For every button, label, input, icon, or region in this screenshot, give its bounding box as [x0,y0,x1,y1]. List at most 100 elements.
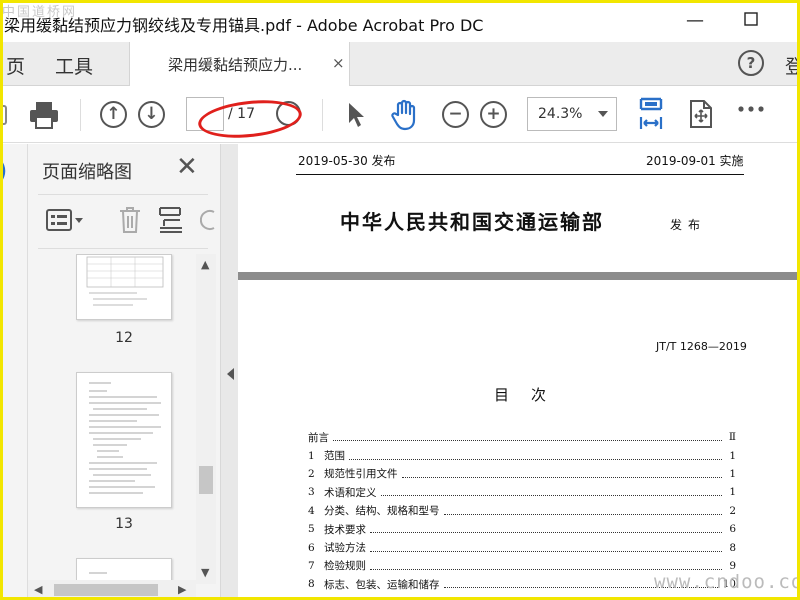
zoom-in-button[interactable]: + [480,101,507,128]
extract-pages-button[interactable] [158,206,184,238]
toc-text: 范围 [324,450,345,463]
tab-tools[interactable]: 工具 [55,52,93,79]
extract-pages-icon [159,207,182,233]
fit-width-icon [639,97,663,129]
toolbar: ↑ ↓ / 17 − + 24.3% [0,87,800,143]
close-panel-button[interactable]: ✕ [176,152,198,182]
toc-entry[interactable]: 5 技术要求 6 [308,520,736,538]
maximize-icon [744,12,758,26]
thumbnail-options-button[interactable] [46,208,84,236]
toolbar-divider [80,99,81,131]
panel-divider [38,248,208,249]
toc-entry[interactable]: 2 规范性引用文件 1 [308,465,736,483]
scrollbar-thumb[interactable] [54,584,158,596]
rotate-view-button[interactable] [688,99,714,129]
publish-date: 2019-05-30 发布 [298,154,396,168]
thumbnail-horizontal-scrollbar[interactable]: ◀ ▶ [28,580,196,600]
tab-document[interactable]: 梁用缓黏结预应力... × [129,42,350,86]
page-preview [89,572,107,574]
toc-text: 规范性引用文件 [324,468,398,481]
toc-leader [401,470,722,478]
next-page-button[interactable]: ↓ [138,101,165,128]
tab-bar: 页 工具 梁用缓黏结预应力... × ? 登 [0,42,800,86]
toc-entry[interactable]: 6 试验方法 8 [308,538,736,556]
scroll-left-icon[interactable]: ◀ [34,583,42,596]
thumbnail-list: 12 13 [28,254,196,580]
window-title: 梁用缓黏结预应力钢绞线及专用锚具.pdf - Adobe Acrobat Pro… [4,16,484,35]
toc-page: 1 [729,467,736,480]
rotate-page-button[interactable] [199,208,220,236]
arrow-up-icon: ↑ [100,101,127,128]
toc-entry[interactable]: 3 术语和定义 1 [308,483,736,501]
plus-icon: + [480,101,507,128]
issuing-authority: 中华人民共和国交通运输部 [340,210,604,234]
toc-leader [380,488,722,497]
toc-page: 6 [729,523,736,536]
header-rule [296,174,744,175]
fit-width-button[interactable] [636,97,666,131]
page-preview [89,382,161,494]
toc-text: 标志、包装、运输和储存 [324,578,440,591]
navigation-rail [0,144,28,600]
title-bar: 中国道桥网 梁用缓黏结预应力钢绞线及专用锚具.pdf - Adobe Acrob… [0,0,800,42]
scroll-down-icon[interactable]: ▼ [201,566,209,579]
toc-entry[interactable]: 1 范围 1 [308,446,736,464]
scroll-right-icon[interactable]: ▶ [178,583,186,596]
implement-date: 2019-09-01 实施 [646,154,744,168]
thumbnail-label: 13 [115,516,133,532]
toc-number: 1 [308,449,315,462]
toc-entry[interactable]: 4 分类、结构、规格和型号 2 [308,502,736,520]
panel-toolbar [28,200,220,240]
page-preview [86,256,164,306]
page-thumbnail-14[interactable] [76,558,172,580]
rail-marker-icon[interactable] [0,156,10,186]
minus-icon: − [442,101,469,128]
standard-code: JT/T 1268—2019 [656,340,747,353]
toc-page: 8 [729,541,736,554]
toc-text: 技术要求 [324,523,366,536]
zoom-select[interactable]: 24.3% [527,97,617,131]
zoom-out-button[interactable]: − [442,101,469,128]
document-tab-label: 梁用缓黏结预应力... [168,56,303,74]
options-menu-icon [46,209,83,231]
sign-in-button[interactable]: 登 [785,52,800,79]
toc-page: 2 [729,504,736,517]
more-tools-button[interactable] [738,105,764,113]
maximize-button[interactable] [736,8,766,34]
page-thumbnail-12[interactable] [76,254,172,320]
previous-page-button[interactable]: ↑ [100,101,127,128]
page-arrows-icon [690,100,712,128]
scroll-up-icon[interactable]: ▲ [201,258,209,271]
toc-number: 7 [308,559,315,572]
more-icon [738,106,764,112]
toc-number: 3 [308,486,315,499]
toc-number: 4 [308,504,315,517]
toc-leader [370,525,722,534]
panel-divider [38,194,208,195]
toc-number: 6 [308,541,315,554]
partial-icon [0,101,10,129]
scrollbar-thumb[interactable] [199,466,213,494]
hand-tool-button[interactable] [390,99,420,131]
thumbnail-vertical-scrollbar[interactable]: ▲ ▼ [196,254,216,584]
page-thumbnail-13[interactable] [76,372,172,508]
page-separator [238,272,800,280]
print-icon[interactable] [28,99,60,131]
panel-collapse-strip[interactable] [220,144,238,600]
toc-leader [370,562,722,570]
tab-home[interactable]: 页 [6,52,25,79]
select-tool-button[interactable] [346,101,366,129]
cursor-arrow-icon [349,103,364,127]
toc-text: 分类、结构、规格和型号 [324,505,440,518]
toc-leader [349,452,722,460]
help-icon[interactable]: ? [738,50,764,76]
rotate-icon [199,210,215,230]
minimize-button[interactable]: — [680,8,710,34]
document-view[interactable]: 2019-05-30 发布 2019-09-01 实施 中华人民共和国交通运输部… [238,144,800,600]
toc-page: 1 [729,486,736,499]
toc-number: 2 [308,467,315,480]
thumbnail-label: 12 [115,330,133,346]
toc-entry[interactable]: 前言 Ⅱ [308,428,736,446]
delete-page-button[interactable] [118,206,142,238]
close-tab-button[interactable]: × [332,54,345,72]
